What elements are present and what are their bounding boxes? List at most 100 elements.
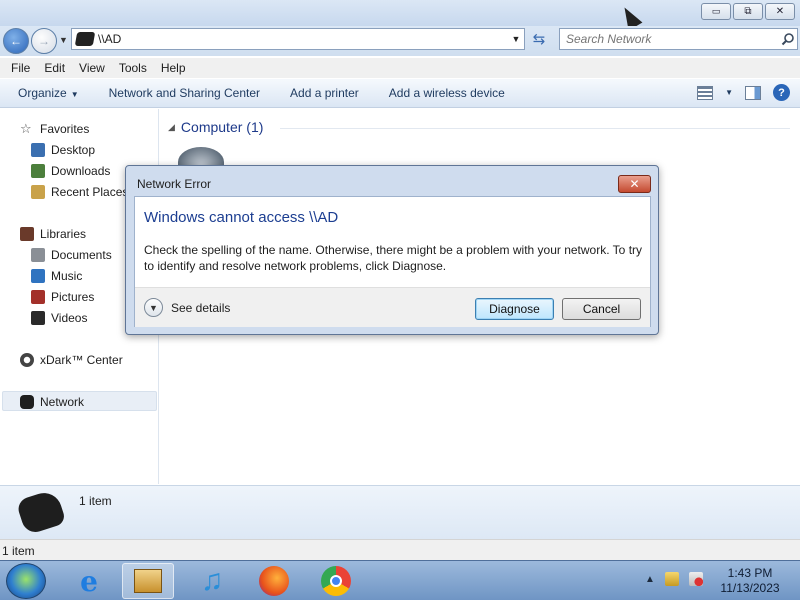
sidebar-item-recent-places[interactable]: Recent Places: [31, 183, 128, 201]
volume-muted-icon[interactable]: [688, 572, 703, 586]
chrome-icon: [321, 566, 351, 596]
sidebar-item-label: Libraries: [40, 227, 87, 241]
address-dropdown-icon[interactable]: ▼: [508, 34, 524, 44]
sidebar-item-music[interactable]: Music: [31, 267, 82, 285]
command-bar: Organize ▼ Network and Sharing Center Add…: [0, 79, 800, 108]
menu-bar: File Edit View Tools Help: [0, 58, 800, 78]
dialog-heading: Windows cannot access \\AD: [144, 209, 339, 226]
see-details-link[interactable]: See details: [171, 301, 230, 315]
maximize-button[interactable]: ⧉: [733, 3, 763, 20]
sidebar-item-label: Downloads: [51, 164, 111, 178]
sidebar-item-label: Desktop: [51, 143, 96, 157]
sidebar-item-label: Music: [51, 269, 83, 283]
taskbar-itunes[interactable]: ♫: [186, 563, 238, 599]
start-button[interactable]: [6, 563, 46, 599]
sidebar-item-videos[interactable]: Videos: [31, 309, 87, 327]
windows-explorer-icon: [134, 569, 162, 593]
sidebar-item-pictures[interactable]: Pictures: [31, 288, 94, 306]
title-bar: ▭ ⧉ ✕: [0, 0, 800, 31]
system-tray: ▲: [645, 572, 703, 586]
sidebar-item-documents[interactable]: Documents: [31, 246, 112, 264]
clock-date: 11/13/2023: [720, 581, 780, 595]
menu-edit[interactable]: Edit: [37, 61, 72, 75]
sidebar-item-label: Pictures: [51, 290, 95, 304]
network-error-dialog: Network Error ✕ Windows cannot access \\…: [125, 165, 659, 335]
libraries-icon: [20, 227, 34, 241]
help-icon[interactable]: ?: [773, 84, 790, 101]
close-icon: ✕: [629, 177, 640, 191]
refresh-icon: ⇆: [532, 31, 546, 48]
address-bar[interactable]: \\AD ▼: [71, 28, 525, 50]
taskbar-firefox[interactable]: [248, 563, 300, 599]
menu-file[interactable]: File: [4, 61, 37, 75]
sidebar-item-label: Documents: [51, 248, 112, 262]
forward-button[interactable]: →: [31, 28, 57, 54]
status-item-count: 1 item: [2, 544, 35, 558]
dialog-message: Check the spelling of the name. Otherwis…: [144, 243, 643, 273]
desktop-icon: [31, 143, 45, 157]
search-input[interactable]: [566, 32, 779, 46]
details-item-count: 1 item: [79, 494, 112, 508]
minimize-button[interactable]: ▭: [701, 3, 731, 20]
collapse-group-icon[interactable]: ◢: [168, 122, 175, 133]
sidebar-item-label: Favorites: [40, 122, 90, 136]
sidebar-item-libraries[interactable]: Libraries: [20, 225, 86, 243]
sidebar-item-xdark-center[interactable]: xDark™ Center: [20, 351, 123, 369]
show-hidden-icons-icon[interactable]: ▲: [645, 574, 655, 585]
itunes-icon: ♫: [200, 564, 224, 597]
address-row: ← → ▼ \\AD ▼ ⇆: [0, 26, 800, 56]
taskbar-internet-explorer[interactable]: e: [63, 563, 115, 599]
menu-tools[interactable]: Tools: [112, 61, 154, 75]
back-arrow-icon: ←: [10, 34, 22, 48]
back-button[interactable]: ←: [3, 28, 29, 54]
menu-help[interactable]: Help: [154, 61, 193, 75]
refresh-button[interactable]: ⇆: [527, 28, 551, 50]
recent-pages-dropdown-icon[interactable]: ▼: [59, 35, 68, 45]
group-label: Computer (1): [180, 119, 264, 135]
music-icon: [31, 269, 45, 283]
close-window-button[interactable]: ✕: [765, 3, 795, 20]
taskbar: e ♫ ▲ 1:43 PM 11/13/2023: [0, 560, 800, 600]
computer-group-header[interactable]: ◢ Computer (1): [168, 119, 263, 135]
organize-chevron-down-icon: ▼: [70, 90, 79, 99]
sidebar-item-downloads[interactable]: Downloads: [31, 162, 110, 180]
command-bar-right: ▼ ?: [697, 84, 790, 101]
dialog-close-button[interactable]: ✕: [618, 175, 651, 193]
videos-icon: [31, 311, 45, 325]
network-sharing-center-button[interactable]: Network and Sharing Center: [109, 86, 260, 100]
add-wireless-device-button[interactable]: Add a wireless device: [389, 86, 505, 100]
change-view-icon[interactable]: [697, 85, 714, 100]
add-printer-button[interactable]: Add a printer: [290, 86, 359, 100]
network-icon: [74, 32, 96, 46]
details-pane: 1 item: [0, 485, 800, 539]
group-divider: [280, 128, 790, 129]
documents-icon: [31, 248, 45, 262]
taskbar-chrome[interactable]: [310, 563, 362, 599]
network-device-icon: [15, 488, 67, 536]
address-path[interactable]: \\AD: [98, 32, 508, 46]
view-options-chevron-down-icon[interactable]: ▼: [725, 88, 733, 97]
organize-button[interactable]: Organize ▼: [18, 86, 79, 100]
action-center-icon[interactable]: [664, 572, 679, 586]
pictures-icon: [31, 290, 45, 304]
sidebar-item-favorites[interactable]: ☆ Favorites: [20, 120, 89, 138]
firefox-icon: [259, 566, 289, 596]
sidebar-item-network[interactable]: Network: [20, 393, 84, 411]
taskbar-windows-explorer[interactable]: [122, 563, 174, 599]
cancel-button[interactable]: Cancel: [562, 298, 641, 320]
clock-time: 1:43 PM: [727, 566, 773, 580]
dialog-title: Network Error: [137, 177, 212, 191]
diagnose-button[interactable]: Diagnose: [475, 298, 554, 320]
menu-view[interactable]: View: [72, 61, 112, 75]
see-details-chevron-down-icon[interactable]: ▼: [144, 298, 163, 317]
search-icon[interactable]: [779, 30, 797, 48]
sidebar-item-desktop[interactable]: Desktop: [31, 141, 95, 159]
minimize-icon: ▭: [711, 6, 721, 16]
preview-pane-icon[interactable]: [745, 85, 761, 100]
search-box[interactable]: [559, 28, 798, 50]
sidebar-item-label: Videos: [51, 311, 88, 325]
forward-arrow-icon: →: [38, 34, 50, 48]
dialog-body: Windows cannot access \\AD Check the spe…: [134, 196, 651, 327]
clock[interactable]: 1:43 PM 11/13/2023: [714, 566, 786, 596]
downloads-icon: [31, 164, 45, 178]
